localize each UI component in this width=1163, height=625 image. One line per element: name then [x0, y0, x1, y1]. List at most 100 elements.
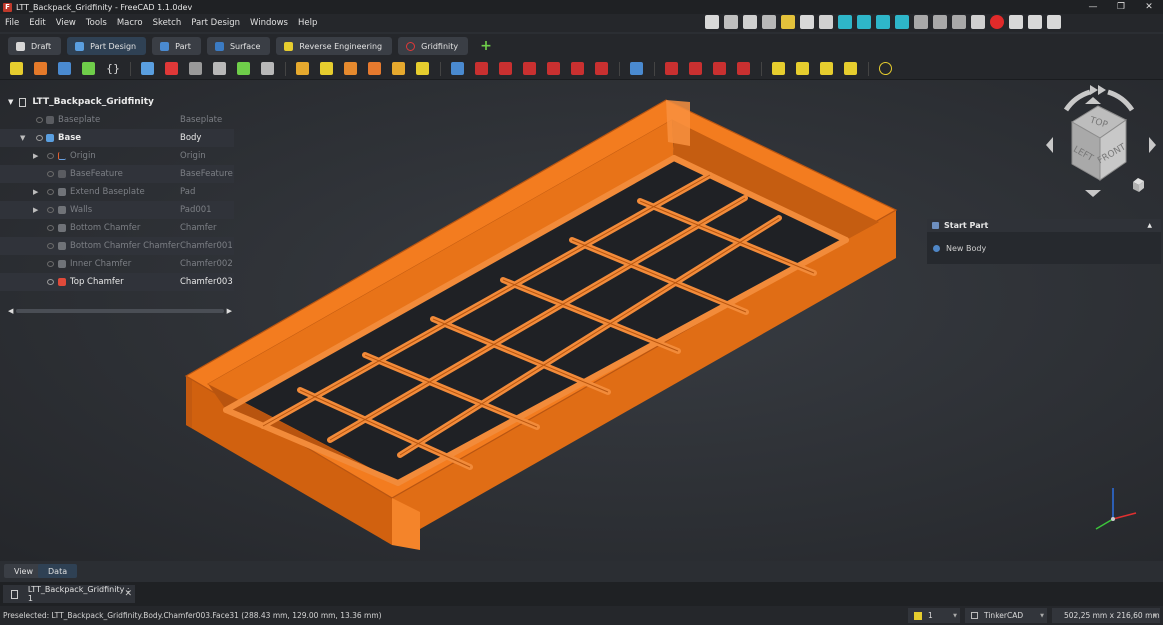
subtractive-helix-icon[interactable]	[571, 62, 584, 75]
arrow-up-icon[interactable]	[1085, 97, 1101, 104]
expression-icon[interactable]: {}	[106, 62, 120, 75]
new-body-action[interactable]: New Body	[927, 232, 1161, 253]
layer-selector[interactable]: 1 ▼	[908, 608, 960, 623]
visibility-icon[interactable]	[47, 171, 54, 177]
cut-icon[interactable]	[761, 15, 776, 29]
visibility-icon[interactable]	[47, 207, 54, 213]
subtractive-loft-icon[interactable]	[523, 62, 536, 75]
navigation-style-selector[interactable]: TinkerCAD ▼	[965, 608, 1047, 623]
visibility-icon[interactable]	[47, 153, 54, 159]
expand-icon[interactable]: ▶	[33, 188, 38, 196]
scroll-left-icon[interactable]: ◀	[8, 307, 13, 315]
mirrored-icon[interactable]	[772, 62, 785, 75]
thickness-icon[interactable]	[737, 62, 750, 75]
revolution-icon[interactable]	[320, 62, 333, 75]
workbench-tab-part-design[interactable]: Part Design	[67, 37, 147, 55]
maximize-button[interactable]: ❐	[1107, 0, 1135, 14]
workbench-tab-draft[interactable]: Draft	[8, 37, 62, 55]
view-menu-icon[interactable]	[894, 15, 909, 29]
boolean-icon[interactable]	[630, 62, 643, 75]
chamfer-icon[interactable]	[689, 62, 702, 75]
tree-row-walls[interactable]: ▶ Walls Pad001	[0, 201, 234, 219]
menu-part-design[interactable]: Part Design	[186, 18, 245, 28]
tree-row-base[interactable]: ▼ Base Body	[0, 129, 234, 147]
folder-icon[interactable]	[58, 62, 71, 75]
tree-row-baseplate[interactable]: Baseplate Baseplate	[0, 111, 234, 129]
macro-edit-icon[interactable]	[1008, 15, 1023, 29]
datum-icon[interactable]	[34, 62, 47, 75]
std-view-icon[interactable]	[913, 15, 928, 29]
visibility-icon[interactable]	[47, 279, 54, 285]
refresh-icon[interactable]	[818, 15, 833, 29]
draft-feature-icon[interactable]	[713, 62, 726, 75]
shape-binder-icon[interactable]	[82, 62, 95, 75]
additive-primitive-icon[interactable]	[416, 62, 429, 75]
workbench-tab-part[interactable]: Part	[152, 37, 201, 55]
zoom-icon[interactable]	[875, 15, 890, 29]
tree-horizontal-scrollbar[interactable]: ◀ ▶	[8, 307, 232, 315]
arrow-down-icon[interactable]	[1085, 190, 1101, 197]
create-body-icon[interactable]	[10, 62, 23, 75]
menu-sketch[interactable]: Sketch	[148, 18, 187, 28]
macro-record-icon[interactable]	[989, 15, 1004, 29]
expand-icon[interactable]: ▶	[33, 206, 38, 214]
new-file-icon[interactable]	[704, 15, 719, 29]
close-tab-icon[interactable]: ✕	[124, 589, 132, 599]
tree-row-inner-chamfer[interactable]: Inner Chamfer Chamfer002	[0, 255, 234, 273]
arrow-right-icon[interactable]	[1149, 137, 1156, 153]
open-file-icon[interactable]	[723, 15, 738, 29]
visibility-icon[interactable]	[47, 261, 54, 267]
rotate-left-icon[interactable]	[1090, 85, 1098, 95]
visibility-icon[interactable]	[36, 135, 43, 141]
menu-tools[interactable]: Tools	[81, 18, 112, 28]
sub-shape-binder-icon[interactable]	[261, 62, 274, 75]
dimension-readout[interactable]: 502,25 mm x 216,60 mm ▼	[1052, 608, 1160, 623]
validate-sketch-icon[interactable]	[165, 62, 178, 75]
sprocket-icon[interactable]	[879, 62, 892, 75]
expand-icon[interactable]: ▶	[33, 152, 38, 160]
whats-this-icon[interactable]	[1046, 15, 1061, 29]
collapse-icon[interactable]: ▼	[20, 134, 25, 142]
pocket-icon[interactable]	[451, 62, 464, 75]
rotate-right-icon[interactable]	[1098, 85, 1106, 95]
add-workbench-button[interactable]: +	[480, 38, 492, 54]
visibility-icon[interactable]	[36, 117, 43, 123]
workbench-tab-reverse-engineering[interactable]: Reverse Engineering	[276, 37, 393, 55]
redo-icon[interactable]	[799, 15, 814, 29]
subtractive-pipe-icon[interactable]	[547, 62, 560, 75]
link-icon[interactable]	[970, 15, 985, 29]
scrollbar-thumb[interactable]	[16, 309, 224, 313]
tree-root-document[interactable]: ▼ LTT_Backpack_Gridfinity	[8, 95, 154, 109]
groove-icon[interactable]	[499, 62, 512, 75]
undo-icon[interactable]	[780, 15, 795, 29]
macro-run-icon[interactable]	[1027, 15, 1042, 29]
menu-edit[interactable]: Edit	[24, 18, 50, 28]
visibility-icon[interactable]	[47, 189, 54, 195]
sketch-icon[interactable]	[141, 62, 154, 75]
attach-icon[interactable]	[213, 62, 226, 75]
scroll-right-icon[interactable]: ▶	[227, 307, 232, 315]
fit-selection-icon[interactable]	[856, 15, 871, 29]
draw-style-icon[interactable]	[932, 15, 947, 29]
measure-icon[interactable]	[951, 15, 966, 29]
tree-row-extend-baseplate[interactable]: ▶ Extend Baseplate Pad	[0, 183, 234, 201]
document-tab[interactable]: LTT_Backpack_Gridfinity : 1 ✕	[3, 585, 135, 603]
navigation-cube[interactable]: TOP LEFT FRONT	[1038, 80, 1163, 205]
close-button[interactable]: ✕	[1135, 0, 1163, 14]
collapse-icon[interactable]: ▼	[8, 98, 13, 106]
clone-icon[interactable]	[189, 62, 202, 75]
pipe-icon[interactable]	[368, 62, 381, 75]
hole-icon[interactable]	[475, 62, 488, 75]
menu-file[interactable]: File	[0, 18, 24, 28]
menu-help[interactable]: Help	[293, 18, 322, 28]
subtractive-primitive-icon[interactable]	[595, 62, 608, 75]
polar-pattern-icon[interactable]	[820, 62, 833, 75]
shape-icon[interactable]	[237, 62, 250, 75]
menu-macro[interactable]: Macro	[112, 18, 148, 28]
loft-icon[interactable]	[344, 62, 357, 75]
tree-row-bottom-chamfer[interactable]: Bottom Chamfer Chamfer	[0, 219, 234, 237]
tree-row-bottom-chamfer-chamfer[interactable]: Bottom Chamfer Chamfer Chamfer001	[0, 237, 234, 255]
fillet-icon[interactable]	[665, 62, 678, 75]
tree-row-basefeature[interactable]: BaseFeature BaseFeature	[0, 165, 234, 183]
tab-data[interactable]: Data	[38, 564, 78, 578]
